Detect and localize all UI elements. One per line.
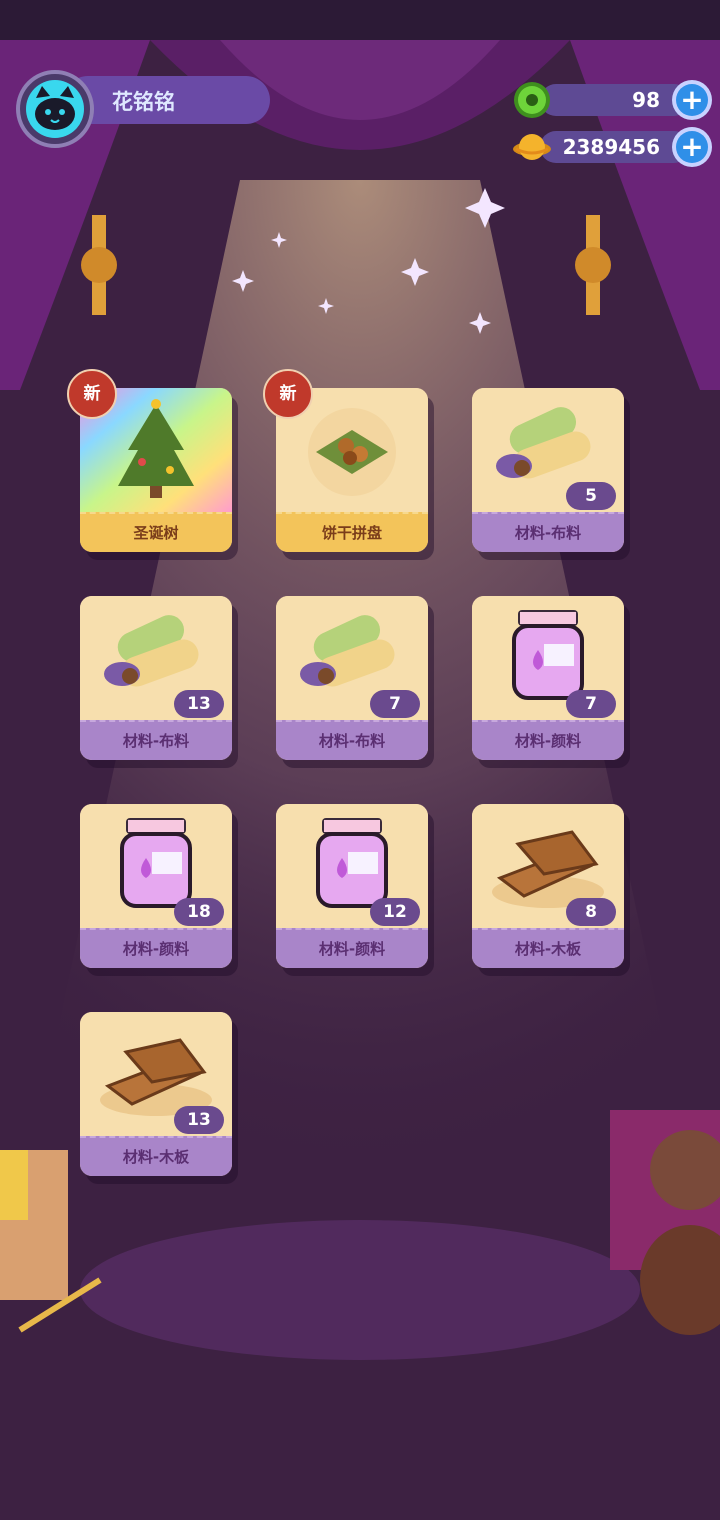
avatar-frame[interactable]: [16, 70, 94, 148]
item-card-fabric[interactable]: 5 材料-布料: [472, 388, 624, 552]
plus-icon: +: [676, 131, 708, 163]
item-label: 饼干拼盘: [276, 512, 428, 552]
add-gems-button[interactable]: +: [672, 80, 712, 120]
new-badge-text: 新: [279, 384, 297, 404]
item-label: 材料-布料: [472, 512, 624, 552]
gem-amount: 98: [632, 88, 660, 112]
gold-planet-coin-icon: [513, 134, 551, 160]
item-card-wood[interactable]: 8 材料-木板: [472, 804, 624, 968]
item-card-paint[interactable]: 18 材料-颜料: [80, 804, 232, 968]
plus-icon: +: [676, 84, 708, 116]
new-badge: 新: [262, 368, 314, 420]
item-count: 5: [566, 482, 616, 510]
item-label: 材料-布料: [276, 720, 428, 760]
item-card-fabric[interactable]: 7 材料-布料: [276, 596, 428, 760]
item-label: 材料-颜料: [472, 720, 624, 760]
coin-currency: 2389456 +: [512, 127, 712, 167]
green-donut-gem-icon: [514, 82, 550, 118]
new-badge-text: 新: [83, 384, 101, 404]
item-count: 18: [174, 898, 224, 926]
cat-face-icon: [35, 86, 75, 130]
item-label: 材料-木板: [80, 1136, 232, 1176]
item-count: 13: [174, 1106, 224, 1134]
player-name: 花铭铭: [112, 90, 175, 114]
add-coins-button[interactable]: +: [672, 127, 712, 167]
item-card-paint[interactable]: 7 材料-颜料: [472, 596, 624, 760]
item-card-paint[interactable]: 12 材料-颜料: [276, 804, 428, 968]
player-profile[interactable]: 花铭铭: [14, 70, 270, 150]
coin-amount: 2389456: [562, 135, 660, 159]
item-label: 圣诞树: [80, 512, 232, 552]
new-badge: 新: [66, 368, 118, 420]
player-name-pill: 花铭铭: [64, 76, 270, 124]
item-count: 13: [174, 690, 224, 718]
coin-pill: 2389456: [540, 131, 690, 163]
item-card-wood[interactable]: 13 材料-木板: [80, 1012, 232, 1176]
gem-pill: 98: [540, 84, 690, 116]
avatar: [26, 80, 84, 138]
item-count: 7: [370, 690, 420, 718]
gem-currency: 98 +: [512, 80, 712, 120]
item-label: 材料-颜料: [80, 928, 232, 968]
item-label: 材料-布料: [80, 720, 232, 760]
item-count: 7: [566, 690, 616, 718]
item-count: 12: [370, 898, 420, 926]
item-count: 8: [566, 898, 616, 926]
stage-background: [0, 0, 720, 1520]
item-label: 材料-木板: [472, 928, 624, 968]
item-label: 材料-颜料: [276, 928, 428, 968]
item-card-fabric[interactable]: 13 材料-布料: [80, 596, 232, 760]
